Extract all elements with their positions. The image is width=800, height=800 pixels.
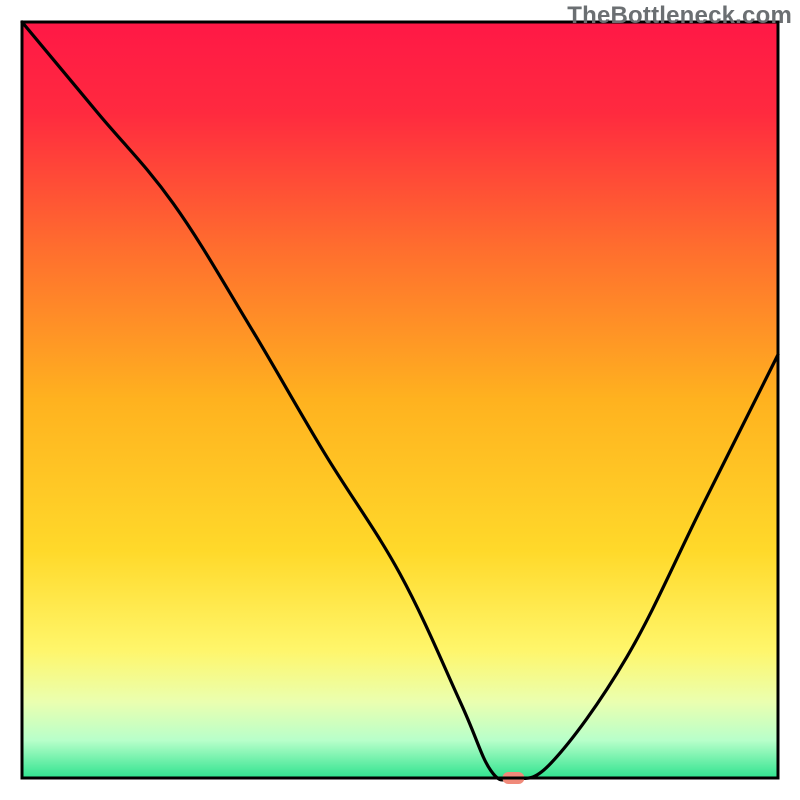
bottleneck-chart bbox=[0, 0, 800, 800]
watermark-text: TheBottleneck.com bbox=[567, 2, 792, 30]
chart-container: TheBottleneck.com bbox=[0, 0, 800, 800]
plot-background bbox=[22, 22, 778, 778]
